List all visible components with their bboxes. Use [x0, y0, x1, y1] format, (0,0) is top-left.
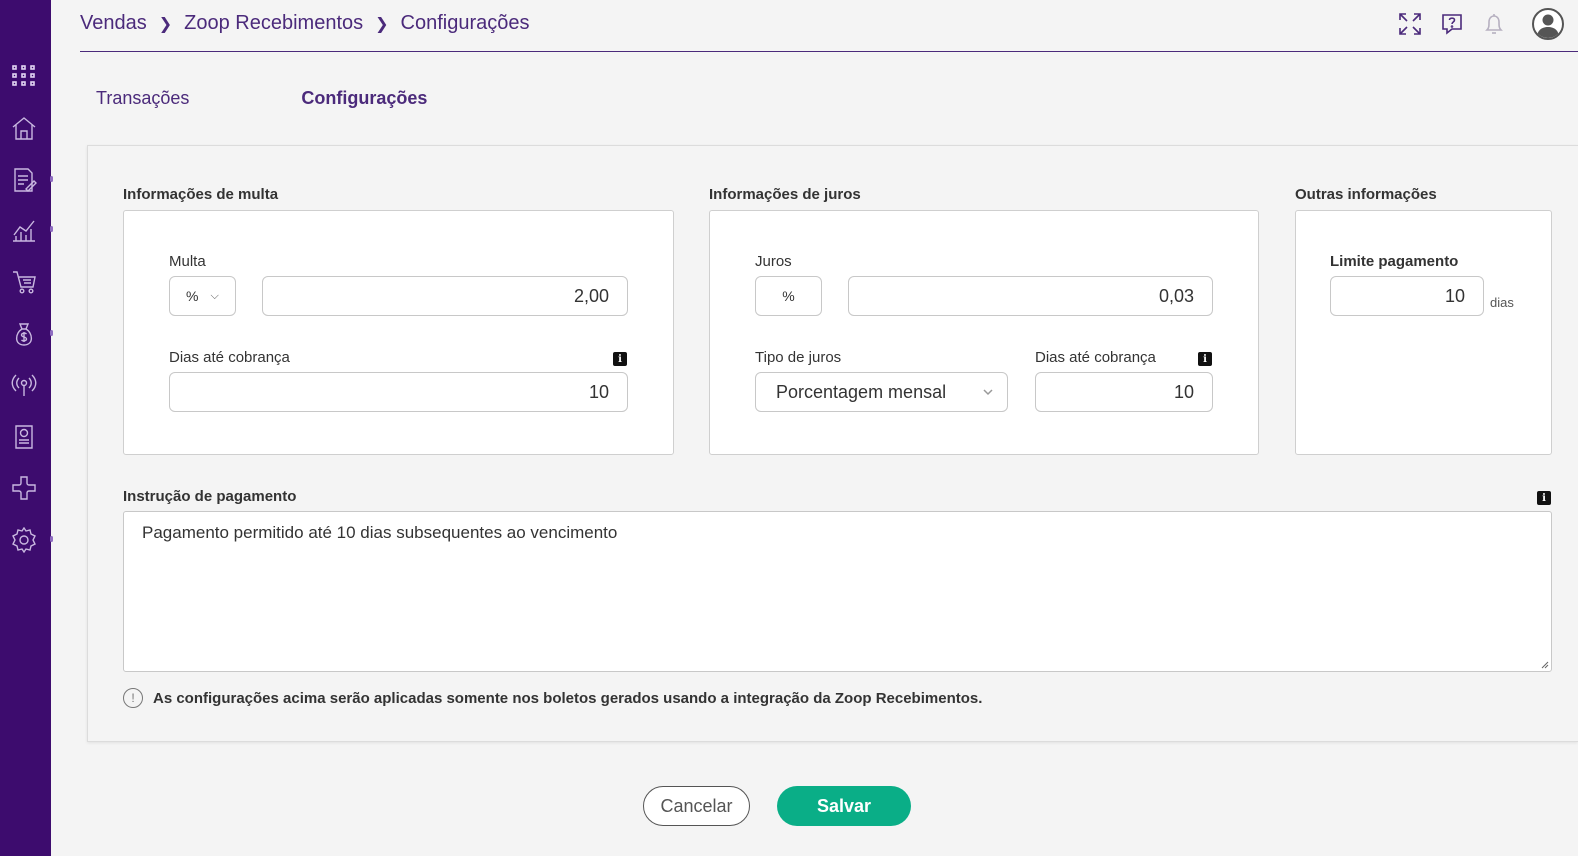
limite-pagamento-input[interactable]: 10 [1330, 276, 1484, 316]
juros-dias-label: Dias até cobrança [1035, 349, 1156, 366]
breadcrumb-zoop[interactable]: Zoop Recebimentos [184, 12, 363, 35]
resize-handle-icon[interactable] [1539, 659, 1549, 669]
juros-unit-select[interactable]: % [755, 276, 822, 316]
bell-icon[interactable] [1480, 10, 1508, 38]
limite-unit-label: dias [1490, 295, 1514, 310]
cancel-button[interactable]: Cancelar [643, 786, 750, 826]
multa-section-title: Informações de multa [123, 186, 279, 203]
chevron-down-icon [981, 383, 995, 404]
multa-label: Multa [169, 253, 206, 270]
tipo-juros-label: Tipo de juros [755, 349, 842, 366]
tipo-juros-value: Porcentagem mensal [776, 381, 947, 402]
exclamation-circle-icon: ! [123, 688, 143, 708]
money-bag-icon[interactable] [10, 320, 38, 348]
chevron-right-icon: ❯ [375, 15, 389, 33]
info-icon[interactable]: i [613, 352, 627, 366]
save-button[interactable]: Salvar [777, 786, 911, 826]
breadcrumb-vendas[interactable]: Vendas [80, 12, 147, 35]
fullscreen-icon[interactable] [1396, 10, 1424, 38]
instrucao-textarea[interactable]: Pagamento permitido até 10 dias subseque… [123, 511, 1552, 672]
limite-pagamento-label: Limite pagamento [1330, 253, 1459, 270]
sidebar-notch [50, 536, 53, 542]
help-icon[interactable] [1438, 10, 1466, 38]
broadcast-icon[interactable] [10, 371, 38, 399]
juros-unit-value: % [782, 288, 795, 304]
multa-unit-select[interactable]: % ⌵ [169, 276, 236, 316]
juros-dias-input[interactable]: 10 [1035, 372, 1213, 412]
breadcrumb-configuracoes: Configurações [400, 12, 530, 34]
tipo-juros-select[interactable]: Porcentagem mensal [755, 372, 1008, 412]
sidebar-notch [50, 226, 53, 232]
juros-panel: Juros % 0,03 Tipo de juros Porcentagem m… [709, 210, 1259, 455]
notice-text: As configurações acima serão aplicadas s… [153, 689, 983, 707]
apps-grid-icon[interactable] [10, 62, 38, 90]
home-icon[interactable] [10, 114, 38, 142]
tab-bar: Transações Configurações [96, 88, 427, 109]
juros-label: Juros [755, 253, 792, 270]
instrucao-label: Instrução de pagamento [123, 488, 297, 505]
multa-panel: Multa % ⌵ 2,00 Dias até cobrança i 10 [123, 210, 674, 455]
outras-panel: Limite pagamento 10 dias [1295, 210, 1552, 455]
info-icon[interactable]: i [1537, 491, 1551, 505]
top-header: Vendas ❯ Zoop Recebimentos ❯ Configuraçõ… [80, 0, 1578, 52]
tab-transacoes[interactable]: Transações [96, 88, 189, 109]
chevron-down-icon: ⌵ [210, 289, 219, 302]
integration-notice: ! As configurações acima serão aplicadas… [123, 688, 982, 708]
plugin-icon[interactable] [10, 474, 38, 502]
multa-dias-input[interactable]: 10 [169, 372, 628, 412]
juros-value-input[interactable]: 0,03 [848, 276, 1213, 316]
bar-chart-icon[interactable] [10, 216, 38, 244]
outras-section-title: Outras informações [1295, 186, 1437, 203]
gear-icon[interactable] [10, 526, 38, 554]
sidebar-notch [50, 330, 53, 336]
receipt-icon[interactable] [10, 423, 38, 451]
multa-dias-label: Dias até cobrança [169, 349, 290, 366]
document-edit-icon[interactable] [10, 166, 38, 194]
tab-configuracoes[interactable]: Configurações [301, 88, 427, 109]
sidebar-notch [50, 176, 53, 182]
info-icon[interactable]: i [1198, 352, 1212, 366]
multa-value-input[interactable]: 2,00 [262, 276, 628, 316]
settings-card: Informações de multa Multa % ⌵ 2,00 Dias… [87, 145, 1578, 742]
multa-unit-value: % [186, 288, 199, 304]
chevron-right-icon: ❯ [158, 15, 173, 33]
user-avatar-icon[interactable] [1532, 8, 1564, 40]
juros-section-title: Informações de juros [709, 186, 861, 203]
instrucao-text: Pagamento permitido até 10 dias subseque… [142, 523, 618, 542]
sidebar [0, 0, 53, 856]
header-actions [1396, 8, 1564, 40]
breadcrumb: Vendas ❯ Zoop Recebimentos ❯ Configuraçõ… [80, 12, 530, 35]
cart-icon[interactable] [10, 268, 38, 296]
